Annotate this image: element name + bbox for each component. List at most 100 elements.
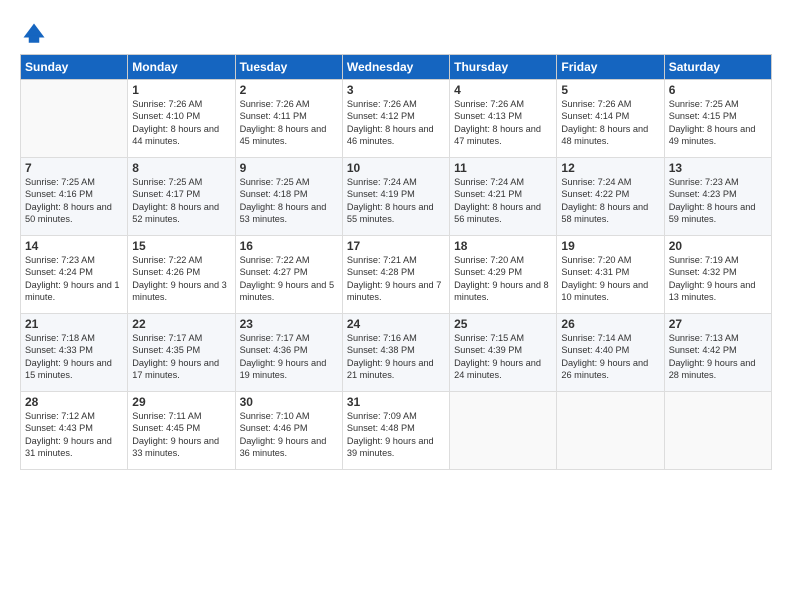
calendar-cell: 22Sunrise: 7:17 AMSunset: 4:35 PMDayligh… [128,314,235,392]
day-number: 6 [669,83,767,97]
calendar-cell: 18Sunrise: 7:20 AMSunset: 4:29 PMDayligh… [450,236,557,314]
calendar-cell: 12Sunrise: 7:24 AMSunset: 4:22 PMDayligh… [557,158,664,236]
calendar-week-row: 14Sunrise: 7:23 AMSunset: 4:24 PMDayligh… [21,236,772,314]
calendar-cell [21,80,128,158]
cell-info: Sunrise: 7:26 AMSunset: 4:14 PMDaylight:… [561,98,659,148]
calendar-cell: 27Sunrise: 7:13 AMSunset: 4:42 PMDayligh… [664,314,771,392]
day-number: 1 [132,83,230,97]
cell-info: Sunrise: 7:16 AMSunset: 4:38 PMDaylight:… [347,332,445,382]
calendar-cell: 4Sunrise: 7:26 AMSunset: 4:13 PMDaylight… [450,80,557,158]
cell-info: Sunrise: 7:23 AMSunset: 4:23 PMDaylight:… [669,176,767,226]
calendar-cell: 10Sunrise: 7:24 AMSunset: 4:19 PMDayligh… [342,158,449,236]
calendar-cell: 1Sunrise: 7:26 AMSunset: 4:10 PMDaylight… [128,80,235,158]
cell-info: Sunrise: 7:18 AMSunset: 4:33 PMDaylight:… [25,332,123,382]
day-number: 23 [240,317,338,331]
day-header-friday: Friday [557,55,664,80]
day-header-tuesday: Tuesday [235,55,342,80]
day-header-monday: Monday [128,55,235,80]
cell-info: Sunrise: 7:23 AMSunset: 4:24 PMDaylight:… [25,254,123,304]
logo [20,20,50,48]
cell-info: Sunrise: 7:13 AMSunset: 4:42 PMDaylight:… [669,332,767,382]
day-number: 17 [347,239,445,253]
cell-info: Sunrise: 7:20 AMSunset: 4:29 PMDaylight:… [454,254,552,304]
calendar-cell [664,392,771,470]
day-number: 16 [240,239,338,253]
calendar-cell: 26Sunrise: 7:14 AMSunset: 4:40 PMDayligh… [557,314,664,392]
cell-info: Sunrise: 7:26 AMSunset: 4:11 PMDaylight:… [240,98,338,148]
logo-icon [20,20,48,48]
cell-info: Sunrise: 7:20 AMSunset: 4:31 PMDaylight:… [561,254,659,304]
calendar-table: SundayMondayTuesdayWednesdayThursdayFrid… [20,54,772,470]
day-number: 14 [25,239,123,253]
day-number: 8 [132,161,230,175]
calendar-cell [450,392,557,470]
cell-info: Sunrise: 7:22 AMSunset: 4:27 PMDaylight:… [240,254,338,304]
cell-info: Sunrise: 7:17 AMSunset: 4:35 PMDaylight:… [132,332,230,382]
calendar-week-row: 21Sunrise: 7:18 AMSunset: 4:33 PMDayligh… [21,314,772,392]
cell-info: Sunrise: 7:22 AMSunset: 4:26 PMDaylight:… [132,254,230,304]
day-number: 26 [561,317,659,331]
calendar-cell: 2Sunrise: 7:26 AMSunset: 4:11 PMDaylight… [235,80,342,158]
calendar-cell: 6Sunrise: 7:25 AMSunset: 4:15 PMDaylight… [664,80,771,158]
day-number: 15 [132,239,230,253]
calendar-cell: 9Sunrise: 7:25 AMSunset: 4:18 PMDaylight… [235,158,342,236]
calendar-cell: 11Sunrise: 7:24 AMSunset: 4:21 PMDayligh… [450,158,557,236]
day-number: 22 [132,317,230,331]
cell-info: Sunrise: 7:25 AMSunset: 4:18 PMDaylight:… [240,176,338,226]
calendar-week-row: 1Sunrise: 7:26 AMSunset: 4:10 PMDaylight… [21,80,772,158]
calendar-header-row: SundayMondayTuesdayWednesdayThursdayFrid… [21,55,772,80]
cell-info: Sunrise: 7:12 AMSunset: 4:43 PMDaylight:… [25,410,123,460]
cell-info: Sunrise: 7:14 AMSunset: 4:40 PMDaylight:… [561,332,659,382]
day-header-sunday: Sunday [21,55,128,80]
calendar-cell: 13Sunrise: 7:23 AMSunset: 4:23 PMDayligh… [664,158,771,236]
day-header-thursday: Thursday [450,55,557,80]
cell-info: Sunrise: 7:24 AMSunset: 4:22 PMDaylight:… [561,176,659,226]
calendar-cell: 23Sunrise: 7:17 AMSunset: 4:36 PMDayligh… [235,314,342,392]
day-number: 4 [454,83,552,97]
day-number: 10 [347,161,445,175]
day-number: 12 [561,161,659,175]
day-number: 30 [240,395,338,409]
day-number: 18 [454,239,552,253]
cell-info: Sunrise: 7:26 AMSunset: 4:12 PMDaylight:… [347,98,445,148]
day-number: 3 [347,83,445,97]
calendar-cell: 16Sunrise: 7:22 AMSunset: 4:27 PMDayligh… [235,236,342,314]
cell-info: Sunrise: 7:11 AMSunset: 4:45 PMDaylight:… [132,410,230,460]
cell-info: Sunrise: 7:24 AMSunset: 4:21 PMDaylight:… [454,176,552,226]
day-number: 19 [561,239,659,253]
calendar-cell: 5Sunrise: 7:26 AMSunset: 4:14 PMDaylight… [557,80,664,158]
cell-info: Sunrise: 7:24 AMSunset: 4:19 PMDaylight:… [347,176,445,226]
day-number: 9 [240,161,338,175]
day-number: 13 [669,161,767,175]
day-number: 29 [132,395,230,409]
cell-info: Sunrise: 7:10 AMSunset: 4:46 PMDaylight:… [240,410,338,460]
calendar-cell: 28Sunrise: 7:12 AMSunset: 4:43 PMDayligh… [21,392,128,470]
day-number: 24 [347,317,445,331]
calendar-cell: 3Sunrise: 7:26 AMSunset: 4:12 PMDaylight… [342,80,449,158]
calendar-cell: 24Sunrise: 7:16 AMSunset: 4:38 PMDayligh… [342,314,449,392]
day-header-saturday: Saturday [664,55,771,80]
cell-info: Sunrise: 7:21 AMSunset: 4:28 PMDaylight:… [347,254,445,304]
cell-info: Sunrise: 7:25 AMSunset: 4:17 PMDaylight:… [132,176,230,226]
calendar-cell: 8Sunrise: 7:25 AMSunset: 4:17 PMDaylight… [128,158,235,236]
calendar-cell: 30Sunrise: 7:10 AMSunset: 4:46 PMDayligh… [235,392,342,470]
day-number: 7 [25,161,123,175]
day-number: 28 [25,395,123,409]
cell-info: Sunrise: 7:26 AMSunset: 4:13 PMDaylight:… [454,98,552,148]
day-number: 25 [454,317,552,331]
day-number: 11 [454,161,552,175]
calendar-cell: 15Sunrise: 7:22 AMSunset: 4:26 PMDayligh… [128,236,235,314]
calendar-cell: 19Sunrise: 7:20 AMSunset: 4:31 PMDayligh… [557,236,664,314]
calendar-cell: 29Sunrise: 7:11 AMSunset: 4:45 PMDayligh… [128,392,235,470]
cell-info: Sunrise: 7:25 AMSunset: 4:16 PMDaylight:… [25,176,123,226]
calendar-cell: 25Sunrise: 7:15 AMSunset: 4:39 PMDayligh… [450,314,557,392]
cell-info: Sunrise: 7:19 AMSunset: 4:32 PMDaylight:… [669,254,767,304]
day-header-wednesday: Wednesday [342,55,449,80]
page-container: SundayMondayTuesdayWednesdayThursdayFrid… [0,0,792,480]
calendar-cell [557,392,664,470]
cell-info: Sunrise: 7:17 AMSunset: 4:36 PMDaylight:… [240,332,338,382]
calendar-cell: 31Sunrise: 7:09 AMSunset: 4:48 PMDayligh… [342,392,449,470]
calendar-cell: 20Sunrise: 7:19 AMSunset: 4:32 PMDayligh… [664,236,771,314]
calendar-week-row: 28Sunrise: 7:12 AMSunset: 4:43 PMDayligh… [21,392,772,470]
day-number: 31 [347,395,445,409]
